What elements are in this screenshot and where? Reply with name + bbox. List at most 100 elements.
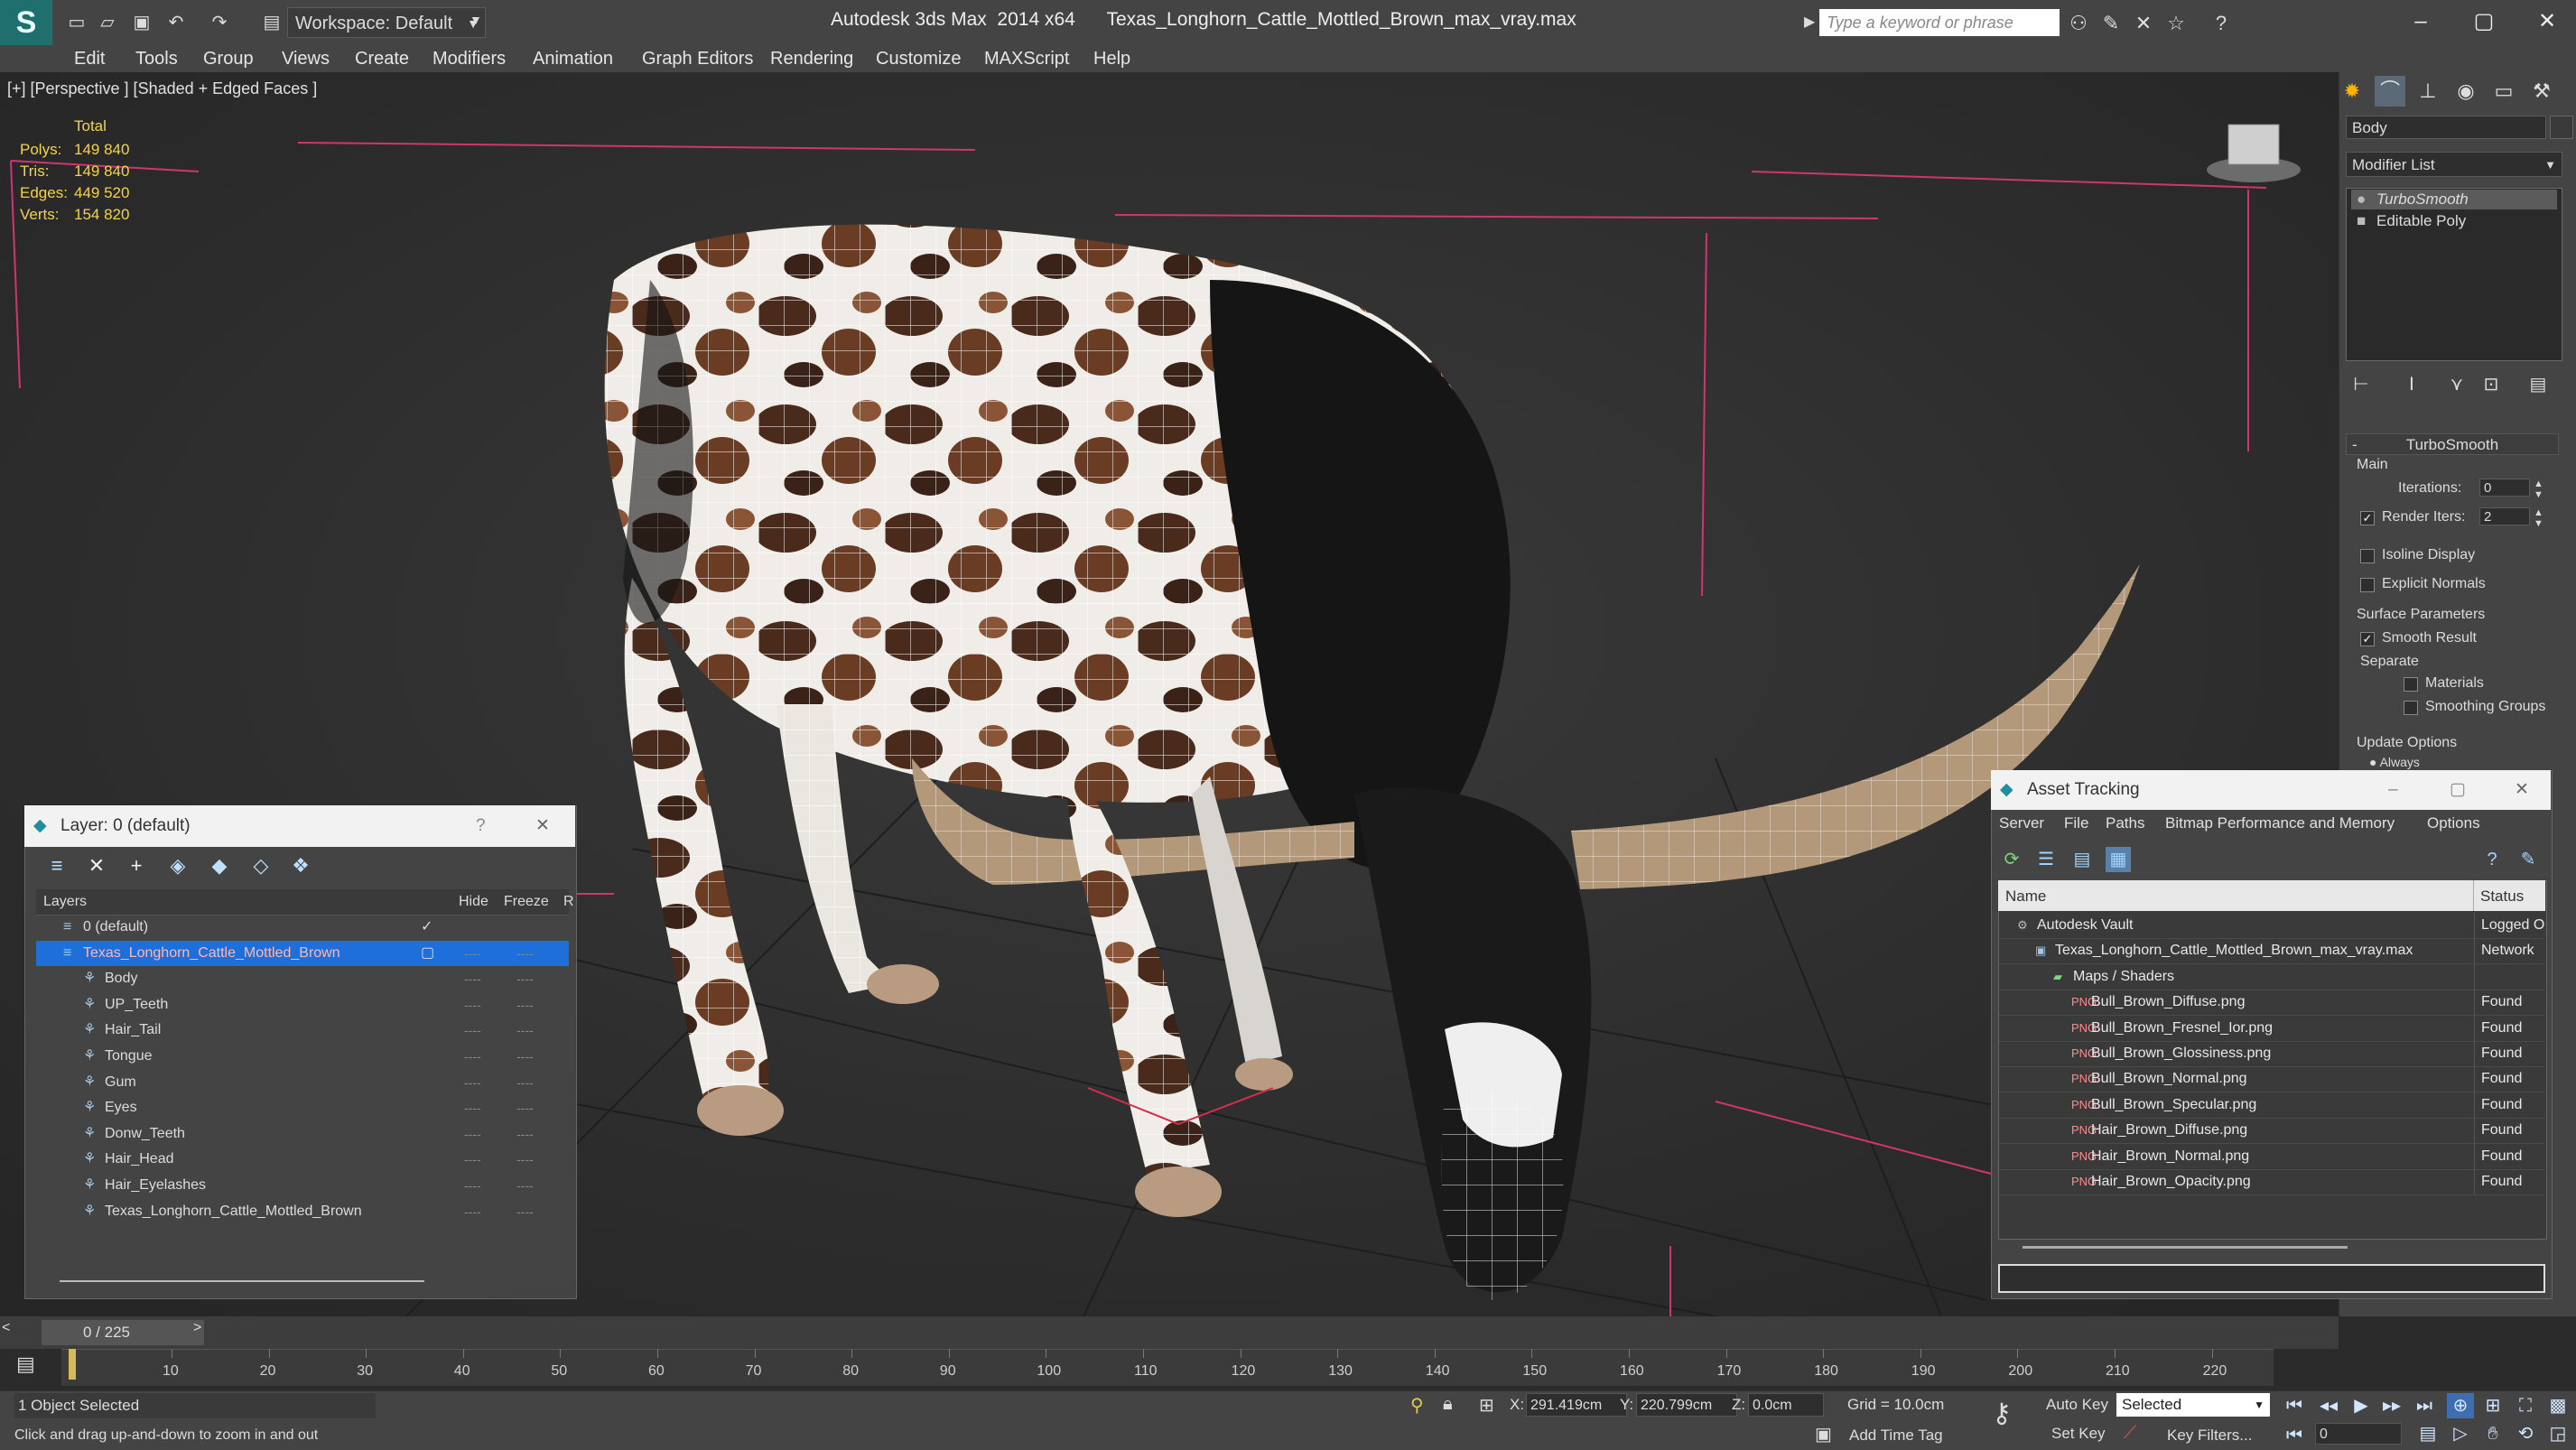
- name-column-header[interactable]: Name: [2005, 888, 2046, 906]
- hide-toggle[interactable]: ----: [464, 1147, 481, 1172]
- current-frame-marker[interactable]: [69, 1349, 76, 1380]
- asset-row[interactable]: ▰ Maps / Shaders: [1999, 963, 2544, 990]
- asset-row[interactable]: PNG Bull_Brown_Specular.png Found: [1999, 1092, 2544, 1119]
- asset-menu-file[interactable]: File: [2064, 814, 2088, 832]
- set-key-button[interactable]: Set Key: [2051, 1425, 2106, 1443]
- layer-row[interactable]: ⚘ Tongue ---- ----: [36, 1044, 569, 1069]
- hide-toggle[interactable]: ----: [464, 1199, 481, 1224]
- time-tag-icon[interactable]: ▣: [1815, 1423, 1832, 1445]
- layer-row[interactable]: ⚘ Donw_Teeth ---- ----: [36, 1121, 569, 1147]
- lightbulb-icon[interactable]: ●: [2357, 190, 2366, 209]
- menu-edit[interactable]: Edit: [74, 49, 105, 70]
- hide-toggle[interactable]: ----: [464, 1121, 481, 1147]
- asset-row[interactable]: PNG Bull_Brown_Fresnel_Ior.png Found: [1999, 1015, 2544, 1042]
- display-tab-icon[interactable]: ▭: [2488, 76, 2519, 107]
- spinner-arrows-icon[interactable]: ▲ ▼: [2534, 479, 2543, 500]
- horizontal-scrollbar[interactable]: [2023, 1246, 2348, 1249]
- add-time-tag-button[interactable]: Add Time Tag: [1849, 1427, 1943, 1445]
- zoom-extents-icon[interactable]: ⛶: [2512, 1393, 2539, 1418]
- freeze-toggle[interactable]: ----: [516, 1070, 534, 1095]
- render-column-header[interactable]: R: [563, 894, 574, 910]
- utilities-tab-icon[interactable]: ⚒: [2526, 76, 2557, 107]
- explicit-normals-checkbox[interactable]: [2360, 578, 2375, 592]
- status-column-header[interactable]: Status: [2480, 888, 2524, 906]
- freeze-toggle[interactable]: ----: [516, 1173, 534, 1198]
- layer-row[interactable]: ⚘ Hair_Eyelashes ---- ----: [36, 1173, 569, 1198]
- help-icon[interactable]: ?: [2479, 847, 2505, 872]
- select-objects-icon[interactable]: ◈: [164, 852, 191, 879]
- prev-key-icon[interactable]: ◂◂: [2315, 1393, 2342, 1418]
- pin-stack-icon[interactable]: ⊢: [2348, 372, 2375, 397]
- render-iters-checkbox[interactable]: ✓: [2360, 511, 2375, 525]
- project-folder-icon[interactable]: ▤: [260, 11, 284, 34]
- horizontal-scrollbar[interactable]: [60, 1280, 424, 1282]
- zoom-all-icon[interactable]: ⊞: [2479, 1393, 2506, 1418]
- search-expand-icon[interactable]: ▶: [1804, 13, 1815, 31]
- asset-row[interactable]: PNG Hair_Brown_Diffuse.png Found: [1999, 1118, 2544, 1145]
- object-name-field[interactable]: Body: [2346, 116, 2546, 139]
- workspace-extra-icon[interactable]: ▼: [470, 13, 482, 27]
- make-unique-icon[interactable]: ⋎: [2443, 372, 2470, 397]
- freeze-toggle[interactable]: ----: [516, 992, 534, 1018]
- undo-icon[interactable]: ↶: [164, 11, 188, 34]
- current-frame-field[interactable]: 0: [2315, 1423, 2402, 1445]
- isoline-checkbox[interactable]: [2360, 549, 2375, 563]
- go-to-start-icon[interactable]: ⏮: [2281, 1393, 2308, 1418]
- save-file-icon[interactable]: ▣: [130, 11, 153, 34]
- go-to-end-icon[interactable]: ⏭: [2411, 1393, 2438, 1418]
- hierarchy-tab-icon[interactable]: ⊥: [2413, 76, 2443, 107]
- create-tab-icon[interactable]: ✹: [2337, 76, 2367, 107]
- active-layer-check-icon[interactable]: ✓: [421, 915, 432, 940]
- motion-tab-icon[interactable]: ◉: [2450, 76, 2481, 107]
- layer-row[interactable]: ⚘ Eyes ---- ----: [36, 1095, 569, 1120]
- remove-modifier-icon[interactable]: ⊡: [2478, 372, 2505, 397]
- expand-icon[interactable]: ■: [2357, 211, 2366, 231]
- modifier-list-dropdown[interactable]: Modifier List ▼: [2346, 152, 2562, 177]
- favorites-star-icon[interactable]: ☆: [2163, 11, 2189, 36]
- freeze-toggle[interactable]: ----: [516, 1199, 534, 1224]
- layer-row[interactable]: ⚘ Hair_Head ---- ----: [36, 1147, 569, 1172]
- freeze-toggle[interactable]: ----: [516, 1095, 534, 1120]
- maximize-viewport-icon[interactable]: ◲: [2544, 1421, 2571, 1446]
- layers-column-header[interactable]: Layers: [43, 894, 87, 910]
- z-coordinate-field[interactable]: 0.0cm: [1748, 1393, 1824, 1417]
- menu-animation[interactable]: Animation: [533, 49, 613, 70]
- new-file-icon[interactable]: ▭: [65, 11, 88, 34]
- freeze-toggle[interactable]: ----: [516, 1121, 534, 1147]
- asset-dialog-titlebar[interactable]: ◆ Asset Tracking – ▢ ✕: [1991, 770, 2551, 810]
- next-key-icon[interactable]: ▸▸: [2378, 1393, 2405, 1418]
- freeze-toggle[interactable]: ----: [516, 966, 534, 991]
- help-icon[interactable]: ?: [476, 805, 486, 847]
- key-filters-button[interactable]: Key Filters...: [2167, 1427, 2252, 1445]
- object-color-swatch[interactable]: [2550, 116, 2573, 139]
- time-slider[interactable]: [0, 1316, 2339, 1349]
- layer-row[interactable]: ⚘ UP_Teeth ---- ----: [36, 992, 569, 1018]
- freeze-all-icon[interactable]: ❖: [287, 852, 314, 879]
- search-input[interactable]: Type a keyword or phrase: [1819, 9, 2060, 36]
- delete-layer-icon[interactable]: ✕: [83, 852, 110, 879]
- asset-row[interactable]: ▣ Texas_Longhorn_Cattle_Mottled_Brown_max…: [1999, 938, 2544, 965]
- maximize-icon[interactable]: ▢: [2461, 5, 2506, 38]
- iterations-spinner[interactable]: 0: [2479, 479, 2530, 497]
- play-icon[interactable]: ▶: [2348, 1393, 2375, 1418]
- hide-column-header[interactable]: Hide: [459, 894, 488, 910]
- materials-checkbox[interactable]: [2404, 677, 2418, 692]
- stack-item-turbosmooth[interactable]: ● TurboSmooth: [2351, 190, 2557, 209]
- open-file-icon[interactable]: ▱: [96, 11, 119, 34]
- menu-graph-editors[interactable]: Graph Editors: [642, 49, 753, 70]
- menu-rendering[interactable]: Rendering: [770, 49, 853, 70]
- asset-menu-paths[interactable]: Paths: [2106, 814, 2144, 832]
- create-layer-icon[interactable]: ≡: [43, 852, 70, 879]
- orbit-icon[interactable]: ⟲: [2512, 1421, 2539, 1446]
- key-mode-icon[interactable]: ⏮: [2281, 1423, 2308, 1448]
- asset-menu-bitmap-performance[interactable]: Bitmap Performance and Memory: [2165, 814, 2395, 832]
- redo-icon[interactable]: ↷: [208, 11, 231, 34]
- smooth-result-checkbox[interactable]: ✓: [2360, 632, 2375, 646]
- configure-sets-icon[interactable]: ▤: [2525, 372, 2552, 397]
- hide-toggle[interactable]: ----: [464, 992, 481, 1018]
- make-active-icon[interactable]: ▢: [421, 941, 434, 966]
- asset-row[interactable]: ⚙ Autodesk Vault Logged O: [1999, 913, 2544, 939]
- key-icon[interactable]: ⟋: [2124, 1423, 2136, 1444]
- freeze-toggle[interactable]: ----: [516, 1147, 534, 1172]
- close-icon[interactable]: ✕: [535, 805, 550, 847]
